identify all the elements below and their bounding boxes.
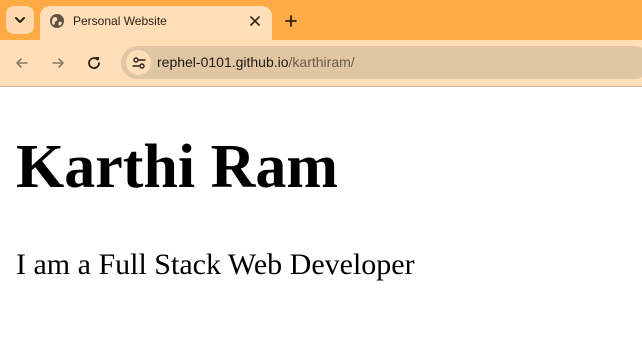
address-bar[interactable]: rephel-0101.github.io/karthiram/ [121,46,642,79]
close-icon [250,16,260,26]
arrow-left-icon [16,58,28,68]
tab-close-button[interactable] [246,12,264,30]
new-tab-button[interactable] [280,10,302,32]
active-tab[interactable]: Personal Website [40,6,272,40]
tune-icon [131,56,146,69]
tab-title: Personal Website [73,14,167,28]
site-info-button[interactable] [126,50,151,75]
url-host: rephel-0101.github.io [157,54,289,70]
reload-icon [88,57,100,69]
tab-search-button[interactable] [6,6,34,34]
tab-strip: Personal Website [0,0,642,40]
arrow-right-icon [52,58,64,68]
browser-toolbar: rephel-0101.github.io/karthiram/ [0,40,642,87]
globe-icon [50,14,64,28]
plus-icon [285,15,297,27]
page-viewport: Karthi Ram I am a Full Stack Web Develop… [0,87,642,344]
chevron-down-icon [15,17,25,23]
reload-button[interactable] [80,49,108,77]
page-title: Karthi Ram [16,133,339,201]
forward-button[interactable] [44,49,72,77]
back-button[interactable] [8,49,36,77]
url-text[interactable]: rephel-0101.github.io/karthiram/ [157,54,355,71]
page-subtitle: I am a Full Stack Web Developer [16,248,415,281]
url-path: /karthiram/ [288,54,355,70]
